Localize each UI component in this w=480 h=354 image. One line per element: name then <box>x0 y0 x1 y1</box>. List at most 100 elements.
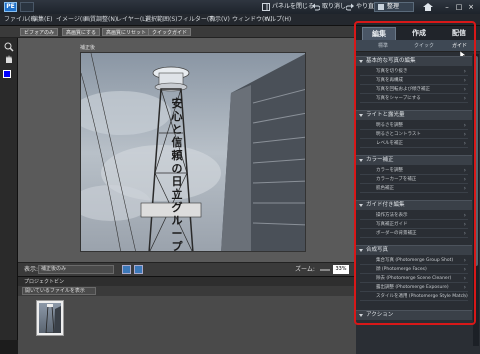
menu-edit[interactable]: 編集(E) <box>32 15 52 25</box>
menu-image[interactable]: イメージ(I) <box>56 15 86 25</box>
chevron-right-icon: › <box>463 266 466 273</box>
document-label: 補正後 <box>80 45 96 51</box>
guided-item[interactable]: 除去 (Photomerge Scene Cleaner) › <box>360 275 468 283</box>
section-guided-edit[interactable]: ガイド付き編集 <box>356 200 472 210</box>
subtab-full[interactable]: 標準 <box>378 42 388 50</box>
zoom-value-field[interactable]: 33% <box>333 265 349 274</box>
bin-show-dropdown[interactable]: 開いているファイルを表示 <box>22 287 96 295</box>
view-bar: 表示: 補正後のみ ズーム: 33% <box>18 262 356 276</box>
subtab-quick[interactable]: クイック <box>414 42 434 50</box>
organize-icon <box>378 4 384 10</box>
tab-create[interactable]: 作成 <box>402 27 436 40</box>
scrollbar-thumb[interactable] <box>474 56 478 266</box>
reset-enhance-button[interactable]: 高画質にリセット <box>102 28 151 36</box>
view-mode-select[interactable]: 補正後のみ <box>38 265 114 274</box>
quick-guide-button[interactable]: クイックガイド <box>148 28 192 36</box>
section-basic-edit[interactable]: 基本的な写真の編集 <box>356 56 472 66</box>
guided-item[interactable]: 操作方法を表示 › <box>360 212 468 220</box>
tab-share[interactable]: 配信 <box>442 27 476 40</box>
guided-item[interactable]: スタイルを適用 (Photomerge Style Match) › <box>360 293 468 301</box>
menu-enhance[interactable]: 画質調整(N) <box>84 15 117 25</box>
panel-icon <box>262 2 270 11</box>
guided-item[interactable]: 顔 (Photomerge Faces) › <box>360 266 468 274</box>
section-photomerge[interactable]: 合成写真 <box>356 245 472 255</box>
collapse-arrow-icon <box>359 204 363 207</box>
zoom-slider[interactable] <box>320 269 330 271</box>
edit-panel: 編集 作成 配信 標準 クイック ガイド 基本的な写真の編集 写真を切り抜き › … <box>356 26 480 354</box>
zoom-label: ズーム: <box>295 266 315 273</box>
undo-icon <box>312 3 320 10</box>
app-logo: PE <box>4 2 17 12</box>
tool-panel <box>0 38 18 340</box>
collapse-arrow-icon <box>359 114 363 117</box>
chevron-right-icon: › <box>463 86 466 93</box>
project-bin-title: プロジェクトビン <box>24 279 65 285</box>
section-light-exposure[interactable]: ライトと露光量 <box>356 110 472 120</box>
redo-icon <box>346 3 354 10</box>
menu-help[interactable]: ヘルプ(H) <box>264 15 291 25</box>
swap-view-icon[interactable] <box>122 265 131 274</box>
zoom-tool-icon[interactable] <box>4 42 14 52</box>
guided-item[interactable]: 写真をシャープにする › <box>360 95 468 103</box>
tower-sign: 安心と信頼の日立グループ <box>171 97 183 252</box>
hand-tool-icon[interactable] <box>4 54 14 64</box>
menu-select[interactable]: 選択範囲(S) <box>145 15 178 25</box>
chevron-right-icon: › <box>463 212 466 219</box>
foreground-color-swatch[interactable] <box>3 70 11 78</box>
photo-image[interactable]: 安心と信頼の日立グループ <box>80 52 306 252</box>
chevron-right-icon: › <box>463 284 466 291</box>
organize-button[interactable]: 整理 <box>374 2 414 12</box>
guided-item[interactable]: 写真を再構成 › <box>360 77 468 85</box>
chevron-right-icon: › <box>463 257 466 264</box>
collapse-arrow-icon <box>359 60 363 63</box>
chevron-right-icon: › <box>463 230 466 237</box>
before-only-button[interactable]: ビフォアのみ <box>20 28 59 36</box>
photo-thumbnail[interactable] <box>36 300 64 336</box>
section-actions[interactable]: アクション <box>356 310 472 320</box>
chevron-right-icon: › <box>463 176 466 183</box>
guided-item[interactable]: 写真を回転および傾き補正 › <box>360 86 468 94</box>
collapse-arrow-icon <box>359 249 363 252</box>
panel-scrollbar[interactable] <box>473 54 479 346</box>
subtab-guided[interactable]: ガイド <box>452 42 467 50</box>
close-icon[interactable]: × <box>466 2 476 12</box>
app-menu-dropdown[interactable] <box>20 2 34 12</box>
chevron-right-icon: › <box>463 167 466 174</box>
guided-item[interactable]: カラーを調整 › <box>360 167 468 175</box>
chevron-right-icon: › <box>463 221 466 228</box>
undo-button[interactable]: 取り消し <box>312 2 346 12</box>
project-bin-header[interactable]: プロジェクトビン <box>18 276 356 286</box>
chevron-right-icon: › <box>463 131 466 138</box>
enhance-button[interactable]: 高画質にする <box>62 28 101 36</box>
chevron-right-icon: › <box>463 95 466 102</box>
sync-view-icon[interactable] <box>134 265 143 274</box>
chevron-right-icon: › <box>463 140 466 147</box>
guided-item[interactable]: ボーダーの背景補正 › <box>360 230 468 238</box>
collapse-arrow-icon <box>359 159 363 162</box>
menu-layer[interactable]: レイヤー(L) <box>116 15 148 25</box>
section-color-correction[interactable]: カラー補正 <box>356 155 472 165</box>
guided-item[interactable]: 集合写真 (Photomerge Group Shot) › <box>360 257 468 265</box>
guided-item[interactable]: 写真を切り抜き › <box>360 68 468 76</box>
maximize-icon[interactable]: □ <box>454 2 464 12</box>
close-panels-button[interactable]: パネルを閉じる <box>262 2 314 12</box>
tower-photo <box>81 53 305 251</box>
menu-view[interactable]: 表示(V) <box>209 15 230 25</box>
chevron-right-icon: › <box>463 77 466 84</box>
project-bin-area <box>18 296 356 354</box>
guided-item[interactable]: 露出調整 (Photomerge Exposure) › <box>360 284 468 292</box>
guided-item[interactable]: 写真補正ガイド › <box>360 221 468 229</box>
tab-edit[interactable]: 編集 <box>362 27 396 40</box>
guided-item[interactable]: 肌色補正 › <box>360 185 468 193</box>
canvas-area: 補正後 安心と信頼の日立グループ <box>18 38 356 262</box>
guided-item[interactable]: 明るさとコントラスト › <box>360 131 468 139</box>
view-label: 表示: <box>24 266 39 273</box>
guided-item[interactable]: 明るさを調整 › <box>360 122 468 130</box>
tower-thumbnail-icon <box>45 304 61 334</box>
thumbnail-image <box>39 303 61 334</box>
project-bin-toolbar: 開いているファイルを表示 <box>18 286 356 296</box>
guided-item[interactable]: レベルを補正 › <box>360 140 468 148</box>
minimize-icon[interactable]: – <box>442 2 452 12</box>
guided-item[interactable]: カラーカーブを補正 › <box>360 176 468 184</box>
home-icon[interactable] <box>422 2 434 12</box>
